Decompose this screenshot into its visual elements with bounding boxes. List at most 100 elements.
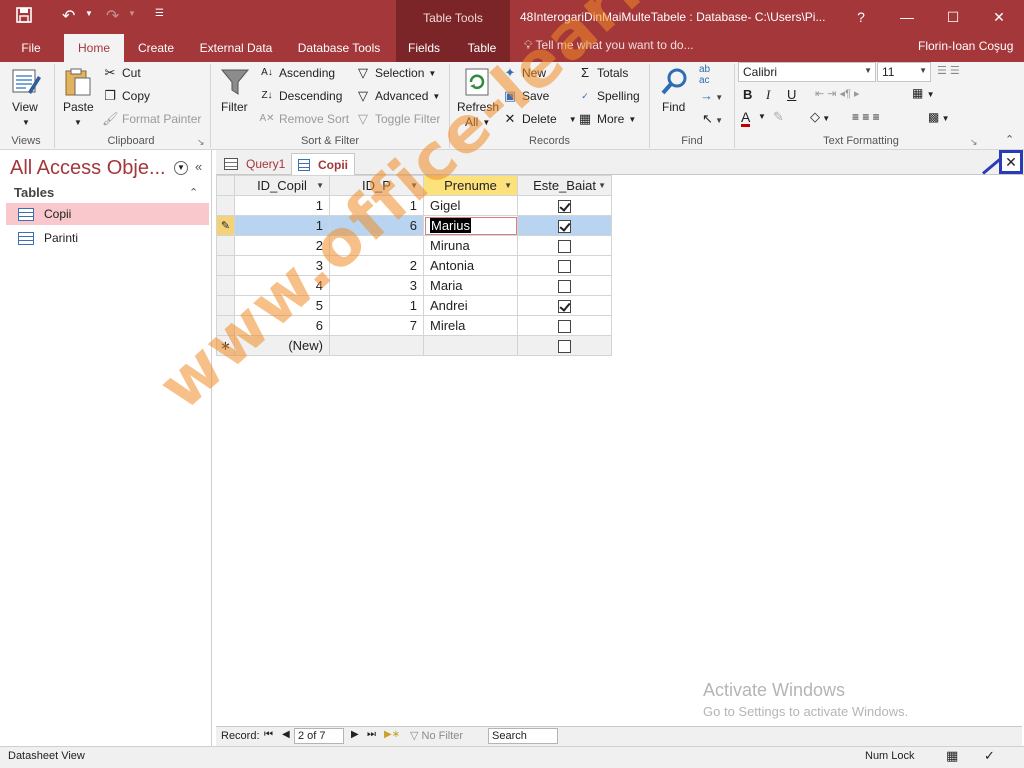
find-button[interactable]: Find	[662, 100, 685, 114]
cut-button[interactable]: ✂ Cut	[102, 65, 141, 81]
close-window-button[interactable]: ✕	[976, 0, 1022, 34]
cell-este-baiat[interactable]	[517, 195, 612, 216]
help-button[interactable]: ?	[838, 0, 884, 34]
font-color-dropdown-icon[interactable]: ▼	[758, 112, 766, 121]
tab-file[interactable]: File	[8, 34, 54, 62]
tab-create[interactable]: Create	[130, 34, 182, 62]
design-view-icon[interactable]: ✓	[984, 748, 995, 764]
more-button[interactable]: ▦ More ▼	[577, 111, 636, 127]
ascending-button[interactable]: A↓ Ascending	[259, 65, 335, 81]
chevron-down-icon[interactable]: ▼	[598, 181, 606, 190]
checkbox[interactable]	[558, 340, 571, 354]
user-name[interactable]: Florin-Ioan Coşug	[918, 39, 1013, 53]
save-quick-access-icon[interactable]	[16, 7, 32, 27]
column-header-este-baiat[interactable]: Este_Baiat ▼	[517, 175, 612, 196]
undo-icon[interactable]: ↶	[62, 6, 75, 26]
alternate-row-color-icon[interactable]: ▩ ▼	[928, 110, 949, 124]
select-icon[interactable]: ↖ ▼	[702, 111, 723, 127]
cell-id-copil[interactable]: 1	[234, 195, 330, 216]
checkbox[interactable]	[558, 220, 571, 234]
cell-este-baiat[interactable]	[517, 295, 612, 316]
cell-este-baiat[interactable]	[517, 215, 612, 236]
new-record-nav-icon[interactable]: ▶∗	[384, 729, 400, 740]
collapse-ribbon-icon[interactable]: ⌃	[1005, 133, 1014, 146]
selected-text[interactable]: Marius	[430, 218, 472, 233]
record-selector[interactable]	[216, 235, 235, 256]
first-record-icon[interactable]: ⏮︎	[264, 729, 273, 740]
doc-tab-copii[interactable]: Copii	[291, 153, 355, 175]
nav-item-copii[interactable]: Copii	[6, 203, 209, 225]
tab-database-tools[interactable]: Database Tools	[290, 34, 388, 62]
nav-section-tables[interactable]: Tables	[14, 185, 54, 200]
undo-dropdown-icon[interactable]: ▼	[85, 9, 93, 18]
cell-id-p[interactable]: 7	[329, 315, 424, 336]
search-field[interactable]: Search	[488, 728, 558, 744]
cell-prenume[interactable]: Antonia	[423, 255, 518, 276]
text-formatting-launcher-icon[interactable]: ↘	[970, 137, 978, 148]
shutter-bar-icon[interactable]: «	[195, 159, 202, 174]
cell-id-p[interactable]: 1	[329, 295, 424, 316]
collapse-section-icon[interactable]: ⌃	[189, 186, 198, 199]
cell-prenume[interactable]: Maria	[423, 275, 518, 296]
paste-button[interactable]: Paste	[63, 100, 94, 114]
clipboard-launcher-icon[interactable]: ↘	[197, 137, 205, 148]
font-color-icon[interactable]: A	[741, 110, 751, 127]
nav-pane-title[interactable]: All Access Obje...	[10, 157, 166, 180]
cell-prenume-editing[interactable]: Marius	[423, 215, 518, 236]
checkbox[interactable]	[558, 200, 571, 214]
checkbox[interactable]	[558, 320, 571, 334]
goto-icon[interactable]: → ▼	[700, 88, 723, 103]
cell-prenume[interactable]: Mirela	[423, 315, 518, 336]
customize-toolbar-icon[interactable]: ☰	[155, 8, 164, 19]
record-selector[interactable]	[216, 195, 235, 216]
cell-new-checkbox[interactable]	[517, 335, 612, 356]
chevron-down-icon[interactable]: ▼	[316, 181, 324, 190]
cell-este-baiat[interactable]	[517, 255, 612, 276]
select-all-corner[interactable]	[216, 175, 235, 196]
italic-button[interactable]: I	[766, 87, 770, 103]
close-document-button[interactable]: ✕	[999, 150, 1023, 174]
nav-menu-chevron-icon[interactable]: ▼	[174, 161, 188, 175]
view-dropdown-icon[interactable]: ▼	[22, 118, 30, 127]
current-record-field[interactable]: 2 of 7	[294, 728, 344, 744]
last-record-icon[interactable]: ⏭︎	[367, 729, 376, 740]
view-button[interactable]: View	[12, 100, 38, 114]
checkbox[interactable]	[558, 240, 571, 254]
filter-button[interactable]: Filter	[221, 100, 248, 114]
cell-prenume[interactable]: Miruna	[423, 235, 518, 256]
underline-button[interactable]: U	[787, 87, 796, 102]
no-filter-indicator[interactable]: ▽ No Filter	[410, 729, 463, 742]
chevron-down-icon[interactable]: ▼	[504, 181, 512, 190]
nav-item-parinti[interactable]: Parinti	[6, 227, 209, 249]
minimize-button[interactable]: —	[884, 0, 930, 34]
fill-color-icon[interactable]: ◇ ▼	[810, 109, 830, 125]
record-selector[interactable]	[216, 255, 235, 276]
font-size-combo[interactable]: 11 ▼	[877, 62, 931, 82]
datasheet-view-icon[interactable]: ▦	[946, 748, 958, 764]
checkbox[interactable]	[558, 280, 571, 294]
cell-este-baiat[interactable]	[517, 275, 612, 296]
previous-record-icon[interactable]: ◀︎	[282, 729, 290, 740]
descending-button[interactable]: Z↓ Descending	[259, 88, 342, 104]
next-record-icon[interactable]: ▶︎	[351, 729, 359, 740]
cell-new-empty[interactable]	[329, 335, 424, 356]
doc-tab-query1[interactable]: Query1	[218, 153, 291, 175]
advanced-button[interactable]: ▽ Advanced ▼	[355, 88, 440, 104]
maximize-button[interactable]: ☐	[930, 0, 976, 34]
copy-button[interactable]: ❐ Copy	[102, 88, 150, 104]
record-selector-editing[interactable]: ✎	[216, 215, 235, 236]
tab-home[interactable]: Home	[64, 34, 124, 62]
tab-external-data[interactable]: External Data	[194, 34, 278, 62]
bold-button[interactable]: B	[743, 87, 752, 102]
gridlines-icon[interactable]: ▦ ▼	[912, 86, 935, 100]
spelling-button[interactable]: ✓ Spelling	[577, 88, 639, 104]
column-header-id-copil[interactable]: ID_Copil ▼	[234, 175, 330, 196]
replace-icon[interactable]: ab ac	[699, 64, 710, 86]
selection-button[interactable]: ▽ Selection ▼	[355, 65, 436, 81]
checkbox[interactable]	[558, 300, 571, 314]
cell-este-baiat[interactable]	[517, 315, 612, 336]
tab-fields[interactable]: Fields	[400, 34, 448, 62]
align-icons[interactable]: ≡ ≡ ≡	[852, 110, 880, 124]
font-name-combo[interactable]: Calibri ▼	[738, 62, 876, 82]
list-bullets-icon[interactable]: ☰ ☰	[937, 64, 960, 77]
